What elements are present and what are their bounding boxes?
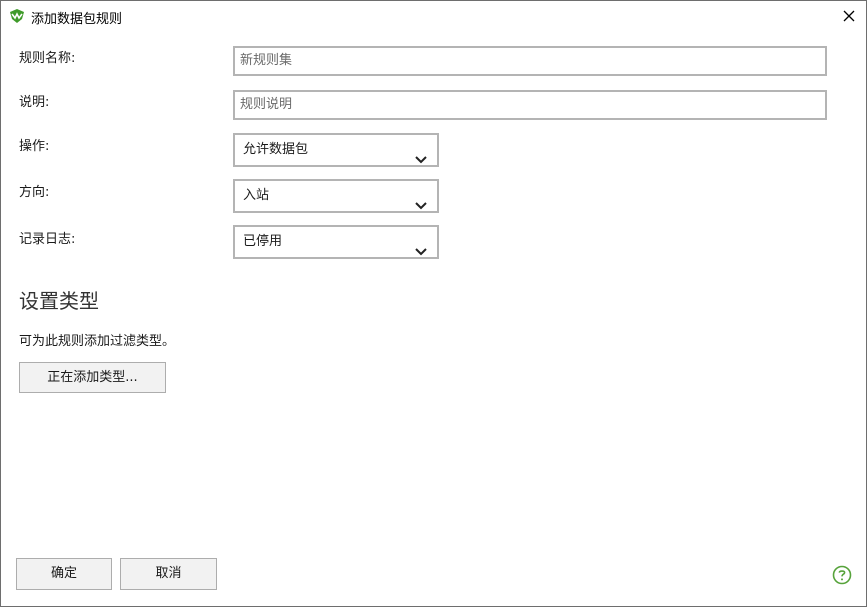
logging-label: 记录日志:	[19, 232, 76, 247]
shield-icon	[9, 9, 25, 23]
chevron-down-icon	[415, 192, 427, 210]
direction-select[interactable]: 入站	[233, 179, 439, 213]
add-type-button[interactable]: 正在添加类型...	[19, 362, 166, 393]
logging-value: 已停用	[243, 234, 283, 249]
direction-label: 方向:	[19, 185, 50, 200]
direction-value: 入站	[243, 188, 270, 203]
title-bar: 添加数据包规则	[1, 1, 866, 31]
close-icon	[843, 10, 855, 22]
action-select[interactable]: 允许数据包	[233, 133, 439, 167]
types-description: 可为此规则添加过滤类型。	[19, 334, 176, 349]
description-input[interactable]: 规则说明	[233, 90, 827, 120]
section-title: 设置类型	[19, 289, 99, 313]
dialog-window: 添加数据包规则 规则名称: 新规则集 说明: 规则说明 操作: 允许数据包 方向…	[0, 0, 867, 607]
rule-name-input[interactable]: 新规则集	[233, 46, 827, 76]
logging-select[interactable]: 已停用	[233, 225, 439, 259]
window-title: 添加数据包规则	[31, 12, 123, 27]
action-label: 操作:	[19, 139, 50, 154]
action-value: 允许数据包	[243, 142, 309, 157]
rule-name-label: 规则名称:	[19, 51, 76, 66]
chevron-down-icon	[415, 146, 427, 164]
ok-button[interactable]: 确定	[16, 558, 112, 590]
help-icon[interactable]	[832, 565, 852, 585]
chevron-down-icon	[415, 238, 427, 256]
close-button[interactable]	[832, 1, 866, 31]
cancel-button[interactable]: 取消	[120, 558, 217, 590]
description-label: 说明:	[19, 95, 50, 110]
